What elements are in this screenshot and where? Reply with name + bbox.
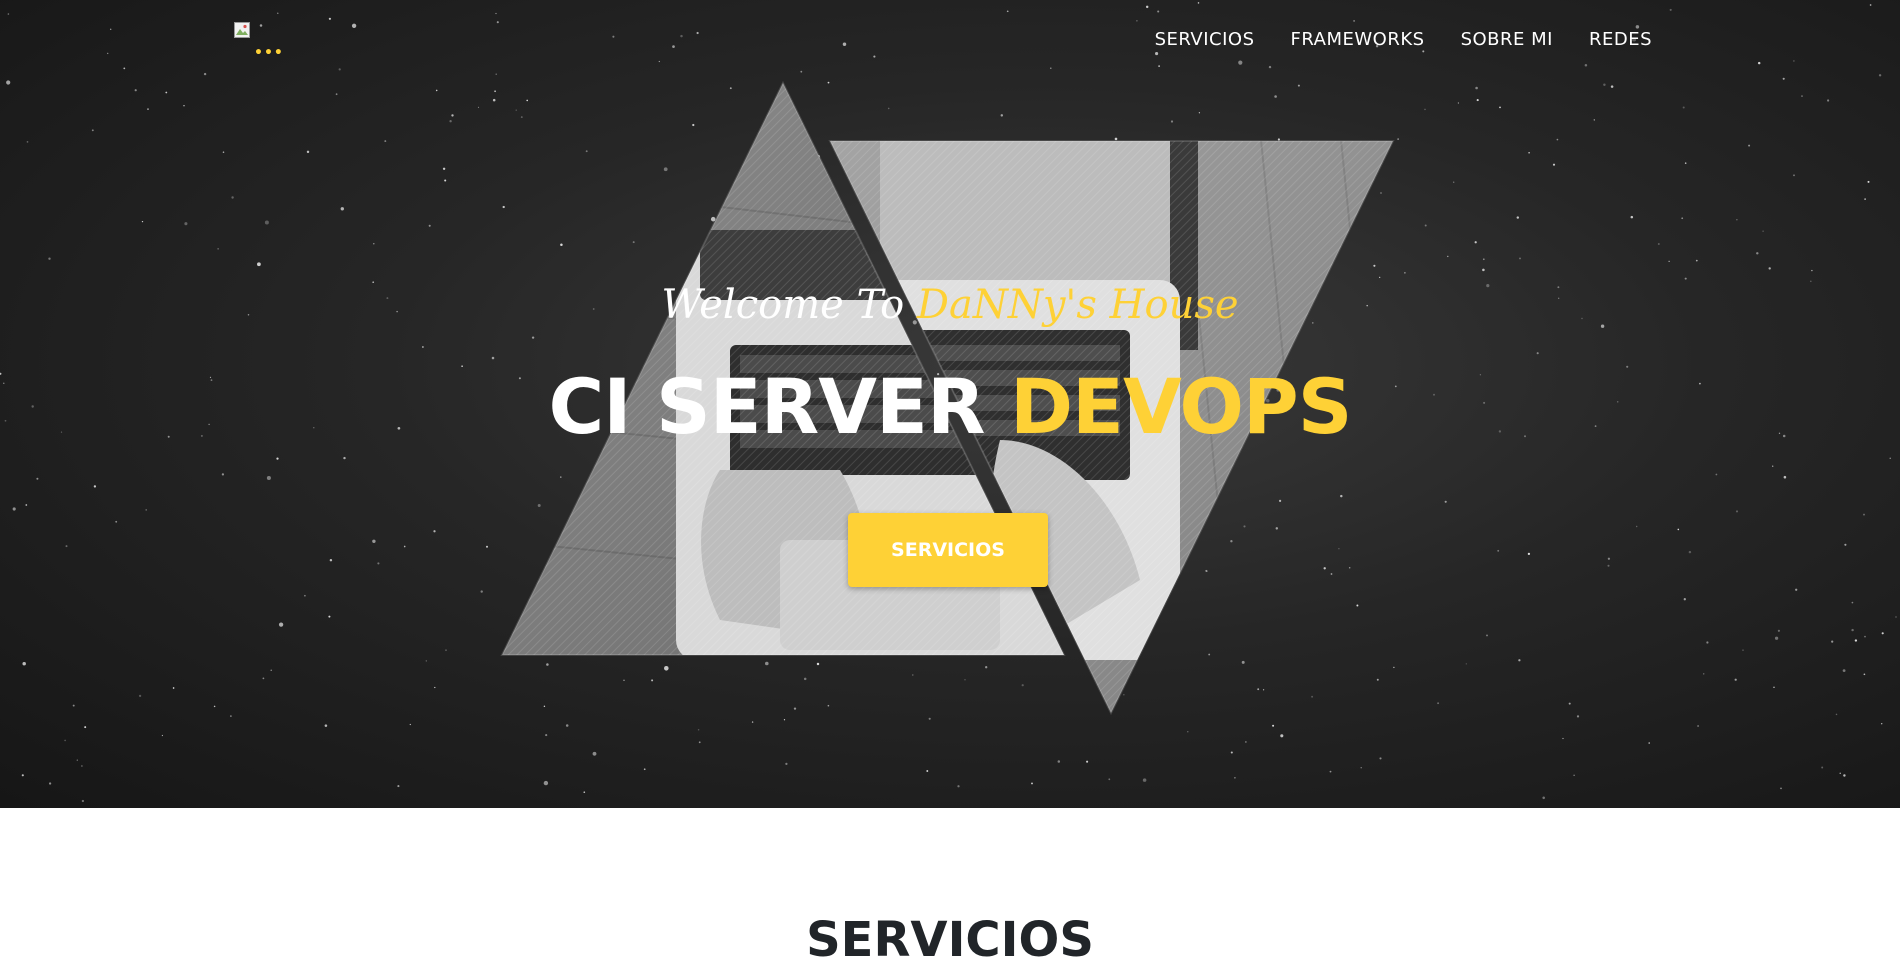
hero-heading: CI SERVER DEVOPS [0,362,1900,451]
services-section: SERVICIOS [0,808,1900,968]
nav-item-sobre-mi[interactable]: SOBRE MI [1443,29,1571,50]
nav-item-redes[interactable]: REDES [1571,29,1652,50]
main-navbar: ••• SERVICIOS FRAMEWORKS SOBRE MI REDES [0,0,1900,84]
hero-heading-accent: DEVOPS [1009,362,1353,451]
hero-servicios-button[interactable]: SERVICIOS [848,513,1048,587]
services-section-title: SERVICIOS [806,912,1094,968]
broken-image-icon [234,22,250,38]
hero-content: Welcome To DaNNy's House CI SERVER DEVOP… [0,0,1900,808]
nav-item-frameworks[interactable]: FRAMEWORKS [1273,29,1443,50]
hero-subheading-accent: DaNNy's House [916,282,1239,328]
nav-item-servicios[interactable]: SERVICIOS [1137,29,1273,50]
hero-subheading-prefix: Welcome To [661,282,917,328]
site-logo[interactable]: ••• [234,22,283,60]
logo-loading-dots: ••• [254,45,284,61]
nav-links: SERVICIOS FRAMEWORKS SOBRE MI REDES [1137,29,1652,50]
hero-subheading: Welcome To DaNNy's House [0,282,1900,328]
hero-heading-prefix: CI SERVER [548,362,1010,451]
hero-section: ••• SERVICIOS FRAMEWORKS SOBRE MI REDES … [0,0,1900,808]
